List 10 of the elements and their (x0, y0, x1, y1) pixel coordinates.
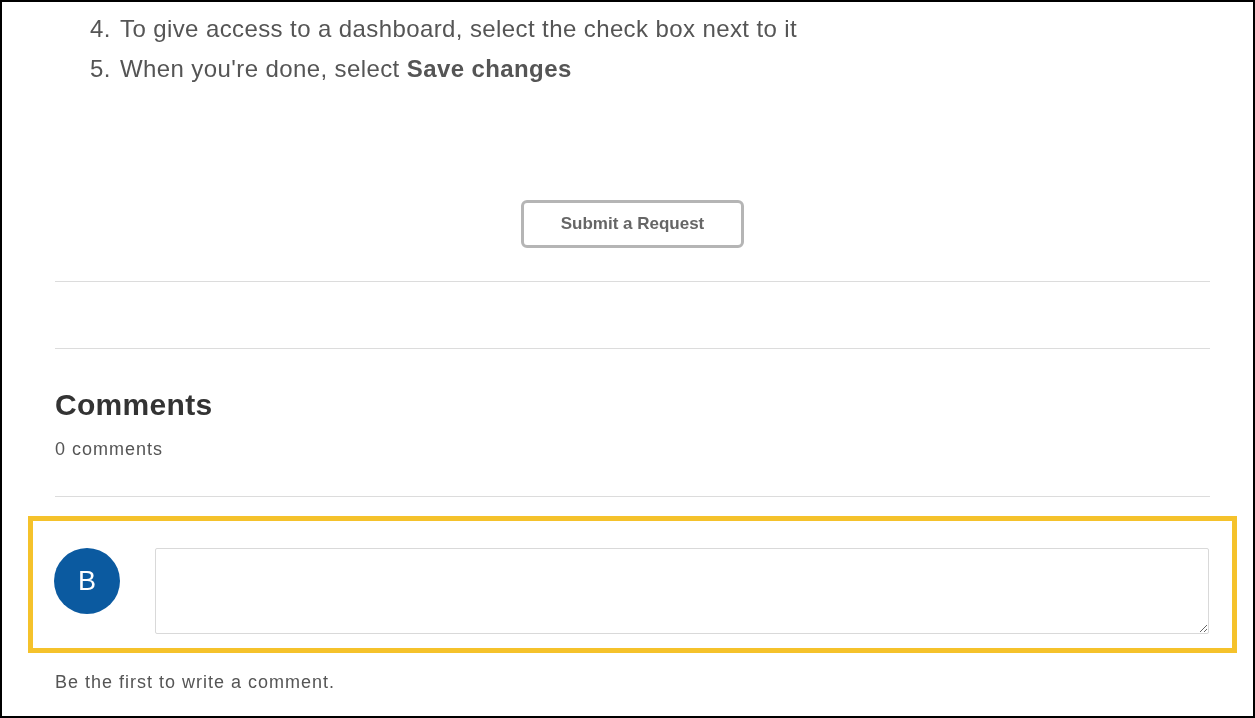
step-text: When you're done, select Save changes (120, 54, 572, 84)
submit-request-button[interactable]: Submit a Request (521, 200, 744, 248)
comment-count: 0 comments (55, 438, 164, 461)
step-text: To give access to a dashboard, select the check box next to it (120, 14, 798, 44)
empty-comments-message: Be the first to write a comment. (55, 671, 336, 694)
user-avatar: B (54, 548, 120, 614)
step-number: 4. (90, 14, 112, 44)
comment-field[interactable] (155, 548, 1209, 634)
step-number: 5. (90, 54, 112, 84)
comments-heading: Comments (55, 387, 213, 423)
